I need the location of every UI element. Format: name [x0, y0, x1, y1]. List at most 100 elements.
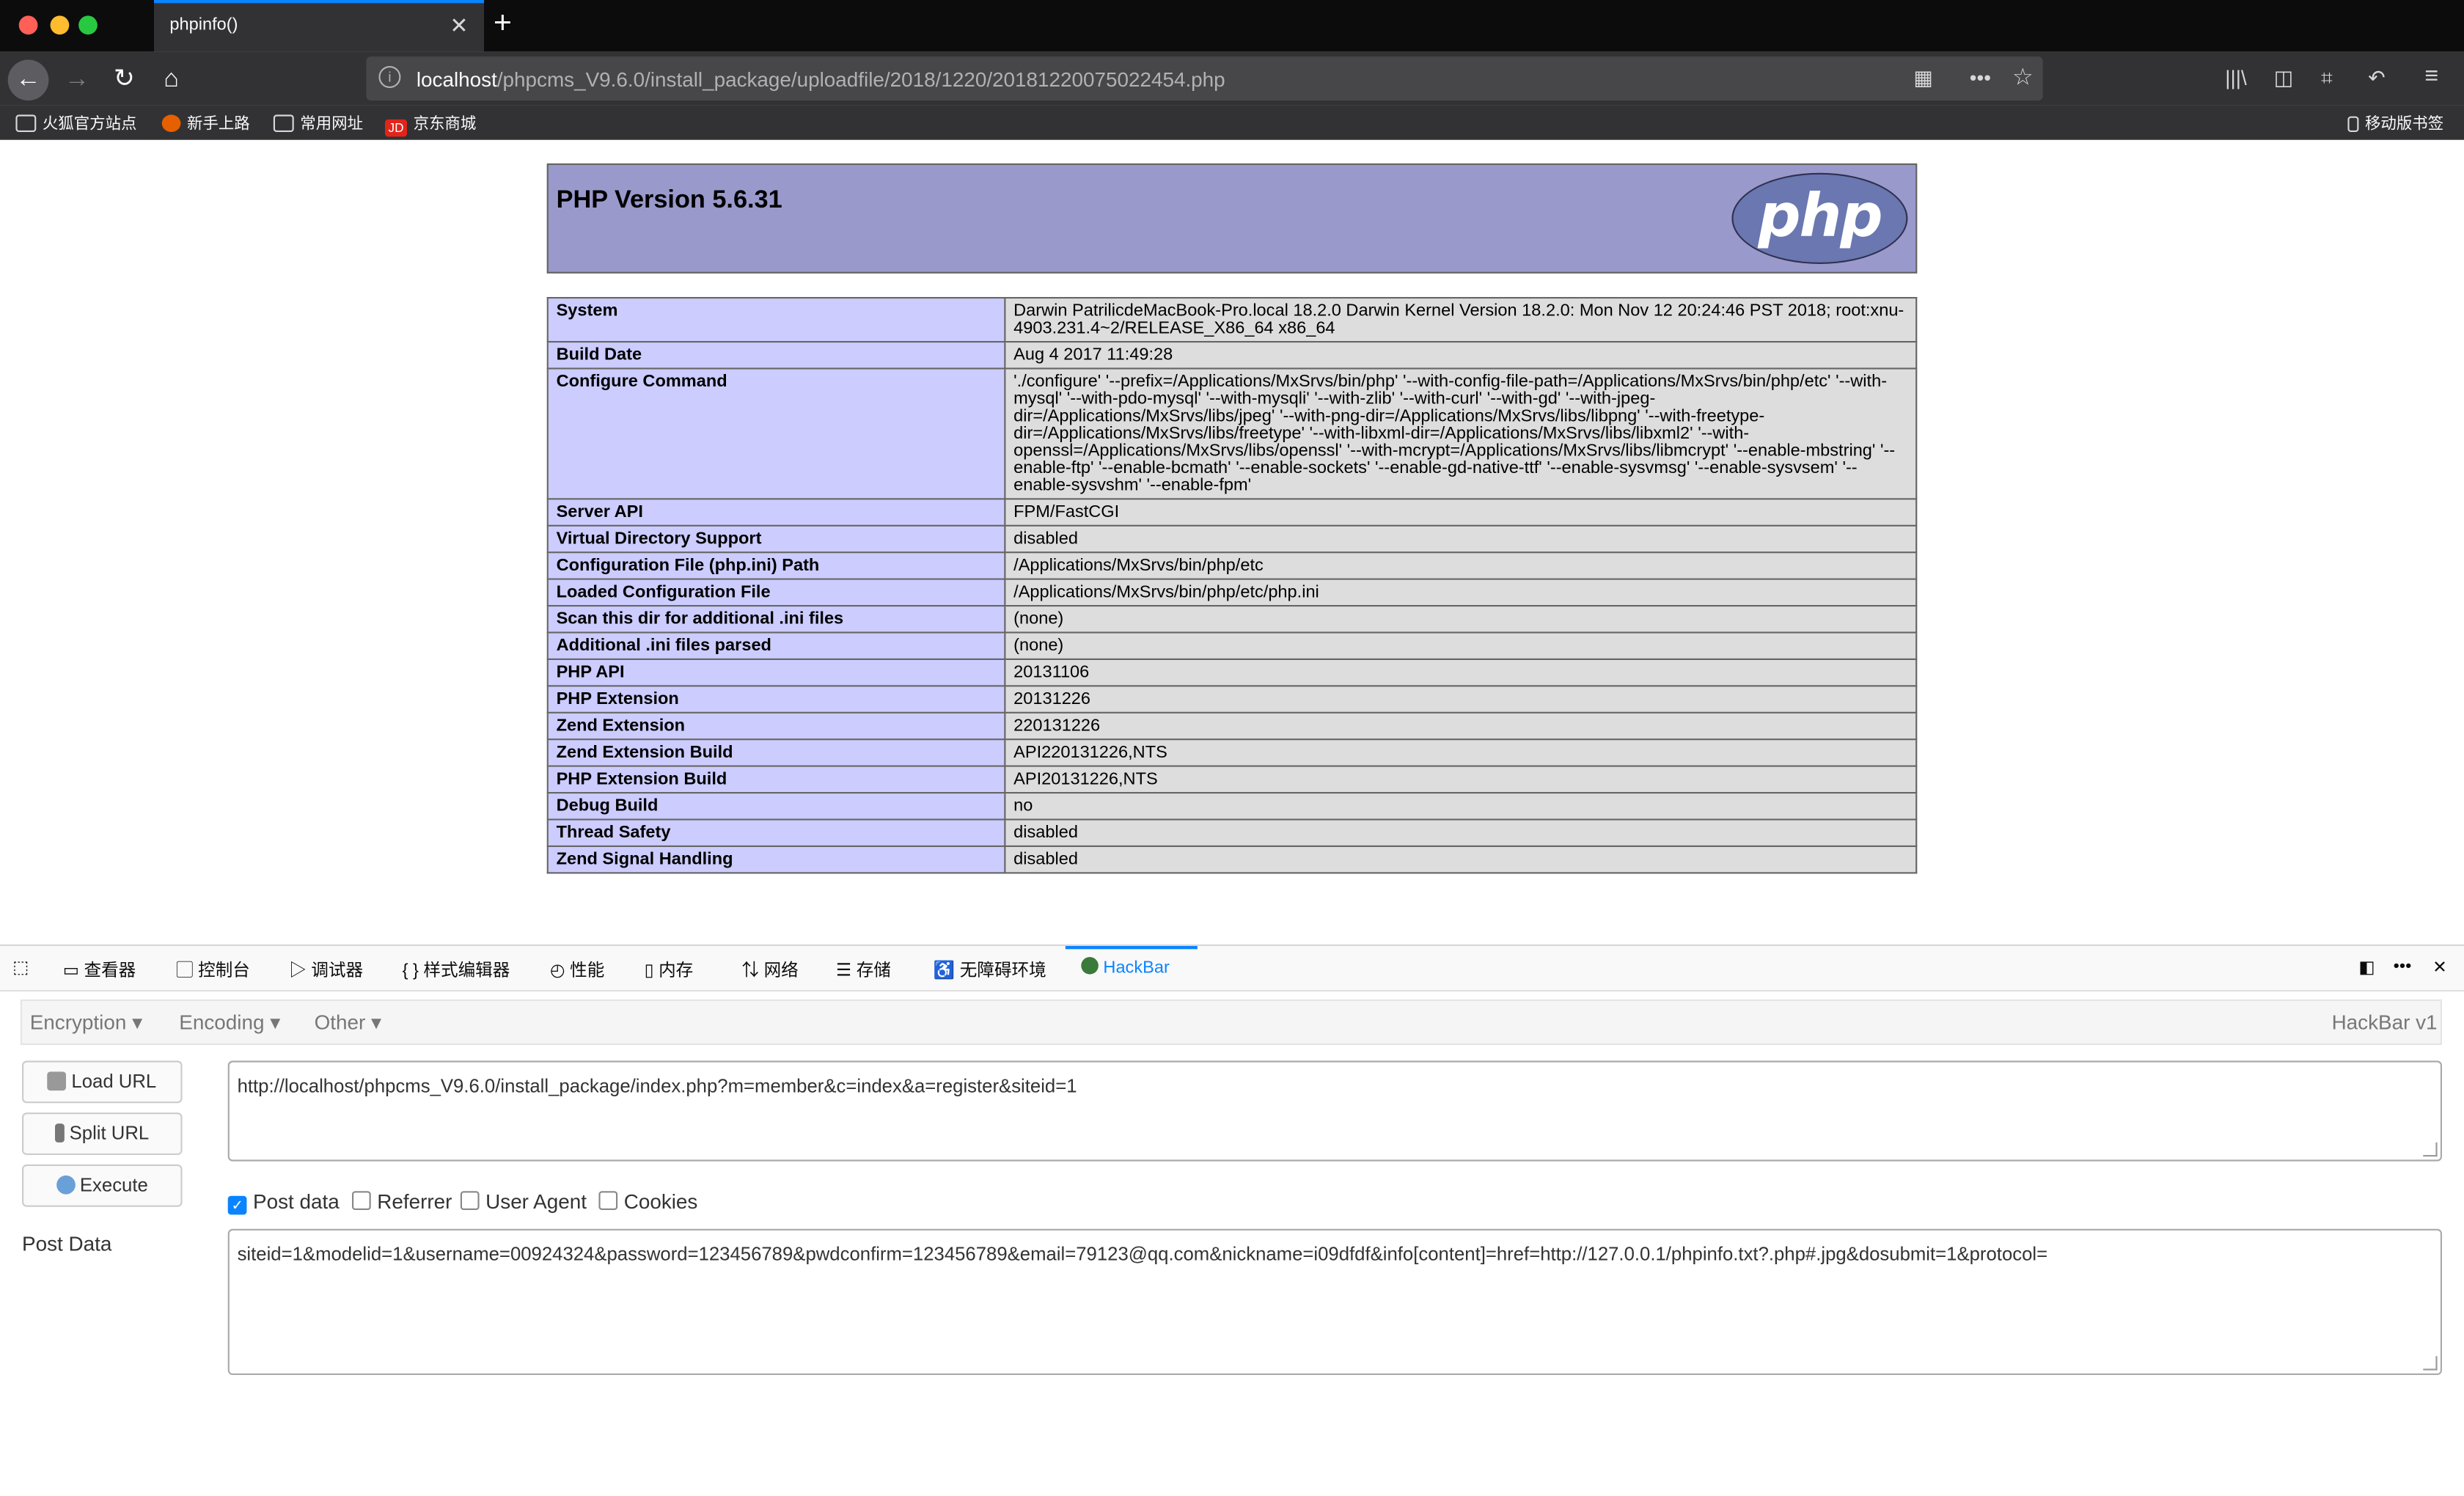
back-icon[interactable]: ← [7, 59, 49, 101]
address-text[interactable]: localhost/phpcms_V9.6.0/install_package/… [417, 67, 1225, 91]
mobile-bookmarks[interactable]: 移动版书签 [2347, 110, 2443, 133]
table-row: PHP Extension 20131226 [546, 685, 1918, 714]
resize-handle-icon[interactable] [2423, 1142, 2438, 1157]
row-value: disabled [1004, 818, 1918, 848]
url-textarea[interactable]: http://localhost/phpcms_V9.6.0/install_p… [227, 1060, 2442, 1162]
table-row: Scan this dir for additional .ini files(… [546, 604, 1918, 634]
row-key: Debug Build [546, 791, 1006, 821]
row-value: './configure' '--prefix=/Applications/Mx… [1004, 367, 1918, 500]
row-value: Darwin PatrilicdeMacBook-Pro.local 18.2.… [1004, 296, 1918, 343]
row-key: Thread Safety [546, 818, 1006, 848]
jd-icon: JD [385, 119, 407, 137]
table-row: Additional .ini files parsed (none) [546, 631, 1918, 660]
php-logo: php [1731, 172, 1908, 264]
hackbar-version: HackBar v1 [2331, 1010, 2438, 1034]
post-data-label: Post Data [22, 1232, 112, 1256]
row-key: System [546, 296, 1006, 343]
browser-tab[interactable]: phpinfo() ✕ [154, 0, 484, 52]
other-menu[interactable]: Other ▾ [315, 1011, 381, 1035]
table-row: PHP API 20131106 [546, 658, 1918, 687]
resize-handle-icon[interactable] [2423, 1356, 2438, 1371]
row-key: Server API [546, 498, 1006, 527]
row-value: FPM/FastCGI [1004, 498, 1918, 527]
post-data-checkbox[interactable]: ✓ Post data [227, 1189, 340, 1215]
check-icon[interactable]: ✓ [227, 1195, 247, 1215]
bookmark-item[interactable]: 新手上路 [161, 110, 250, 133]
cookies-checkbox[interactable]: Cookies [598, 1189, 697, 1213]
page-info-icon[interactable]: i [378, 66, 401, 88]
firefox-icon [161, 114, 181, 132]
close-tab-icon[interactable]: ✕ [450, 12, 468, 39]
tab-inspector[interactable]: ▭ 查看器 [63, 957, 136, 982]
encoding-menu[interactable]: Encoding ▾ [179, 1011, 280, 1035]
undo-icon[interactable]: ↶ [2368, 66, 2385, 91]
tab-storage[interactable]: ☰ 存储 [836, 957, 891, 982]
home-icon[interactable]: ⌂ [151, 59, 192, 100]
zoom-window-button[interactable] [78, 15, 98, 35]
bookmark-item[interactable]: 火狐官方站点 [15, 110, 136, 133]
checkbox-box[interactable] [352, 1191, 371, 1210]
close-devtools-icon[interactable]: ✕ [2432, 957, 2447, 978]
row-value: no [1004, 791, 1918, 821]
dock-icon[interactable]: ◧ [2358, 957, 2375, 978]
row-key: Zend Signal Handling [546, 845, 1006, 874]
row-value: 20131226 [1004, 685, 1918, 714]
php-version-header: PHP Version 5.6.31 php [546, 163, 1918, 274]
tab-style-editor[interactable]: { } 样式编辑器 [403, 957, 510, 982]
tab-hackbar[interactable]: HackBar [1081, 957, 1170, 978]
sidebar-icon[interactable]: ◫ [2274, 66, 2293, 91]
load-url-button[interactable]: Load URL [22, 1060, 183, 1104]
execute-button[interactable]: Execute [22, 1164, 183, 1207]
checkbox-box[interactable] [598, 1191, 618, 1210]
mobile-icon [2347, 116, 2359, 132]
element-picker-icon[interactable]: ⬚ [12, 957, 29, 978]
table-row: System Darwin PatrilicdeMacBook-Pro.local… [546, 296, 1918, 343]
post-data-value[interactable]: siteid=1&modelid=1&username=00924324&pas… [238, 1243, 2048, 1265]
table-row: Debug Build no [546, 791, 1918, 821]
table-row: Server API FPM/FastCGI [546, 498, 1918, 527]
row-key: Zend Extension Build [546, 738, 1006, 767]
menu-icon[interactable]: ≡ [2424, 63, 2438, 89]
row-key: Configure Command [546, 367, 1006, 500]
hackbar-icon [1081, 957, 1099, 975]
row-key: PHP API [546, 658, 1006, 687]
tab-accessibility[interactable]: ♿ 无障碍环境 [934, 957, 1046, 982]
row-value: disabled [1004, 524, 1918, 554]
checkbox-box[interactable] [460, 1191, 480, 1210]
tab-debugger[interactable]: ▷ 调试器 [289, 957, 363, 982]
bookmark-star-icon[interactable]: ☆ [2012, 63, 2034, 91]
encryption-menu[interactable]: Encryption ▾ [30, 1011, 142, 1035]
minimize-window-button[interactable] [50, 15, 70, 35]
close-window-button[interactable] [18, 15, 38, 35]
user-agent-checkbox[interactable]: User Agent [460, 1189, 587, 1213]
split-url-button[interactable]: Split URL [22, 1112, 183, 1155]
tab-memory[interactable]: ▯ 内存 [645, 957, 694, 982]
row-key: PHP Extension [546, 685, 1006, 714]
row-key: Loaded Configuration File [546, 578, 1006, 607]
referrer-checkbox[interactable]: Referrer [352, 1189, 452, 1213]
row-value: 220131226 [1004, 711, 1918, 741]
forward-icon[interactable]: → [56, 59, 98, 100]
new-tab-icon[interactable]: + [494, 7, 512, 43]
reload-icon[interactable]: ↻ [103, 59, 144, 100]
row-key: Scan this dir for additional .ini files [546, 604, 1006, 634]
tab-performance[interactable]: ◴ 性能 [550, 957, 604, 982]
library-icon[interactable]: |||\ [2225, 66, 2246, 89]
folder-icon [273, 114, 294, 132]
bookmark-item[interactable]: JD 京东商城 [385, 110, 476, 137]
tab-strip: phpinfo() ✕ + [0, 0, 2464, 52]
qr-code-icon[interactable]: ▦ [1913, 66, 1932, 91]
page-actions-icon[interactable]: ••• [1970, 66, 1991, 89]
url-textarea-value[interactable]: http://localhost/phpcms_V9.6.0/install_p… [238, 1075, 1077, 1097]
devtools-toolbar: ⬚ ▭ 查看器 ▢ 控制台 ▷ 调试器 { } 样式编辑器 ◴ 性能 ▯ 内存 … [0, 946, 2464, 992]
tab-console[interactable]: ▢ 控制台 [176, 957, 250, 982]
post-data-textarea[interactable]: siteid=1&modelid=1&username=00924324&pas… [227, 1228, 2442, 1375]
row-value: 20131106 [1004, 658, 1918, 687]
devtools-options-icon[interactable]: ••• [2394, 957, 2412, 976]
bookmarks-toolbar: 火狐官方站点 新手上路 常用网址 JD 京东商城 移动版书签 [0, 105, 2464, 142]
bookmark-item[interactable]: 常用网址 [273, 110, 363, 133]
screenshot-icon[interactable]: ⌗ [2321, 66, 2333, 91]
table-row: Configuration File (php.ini) Path/Applic… [546, 551, 1918, 580]
address-bar[interactable]: i localhost/phpcms_V9.6.0/install_packag… [366, 56, 2043, 101]
tab-network[interactable]: ⇅ 网络 [741, 957, 798, 982]
